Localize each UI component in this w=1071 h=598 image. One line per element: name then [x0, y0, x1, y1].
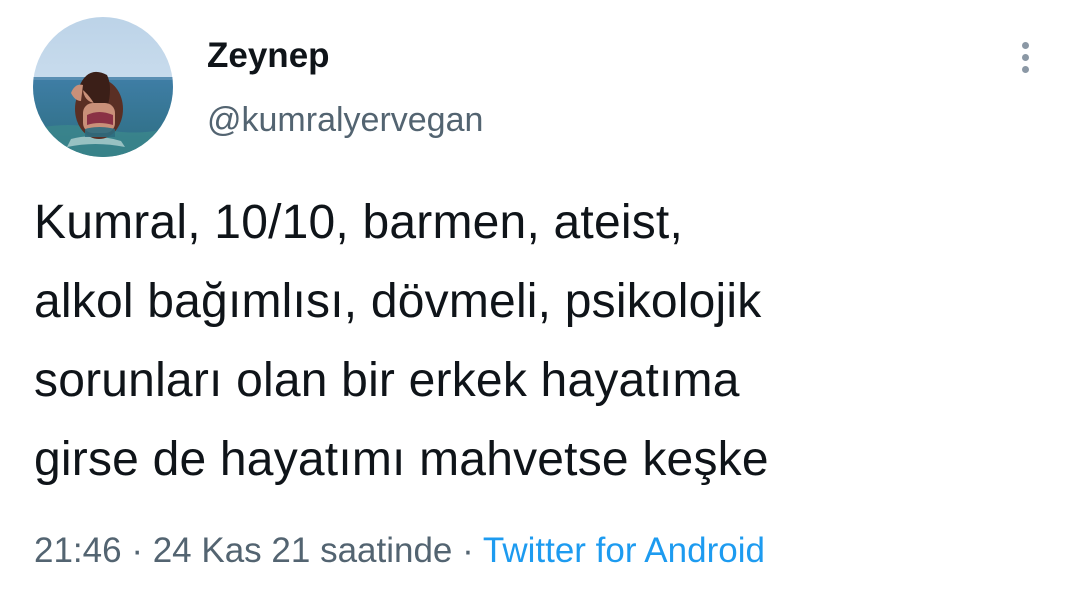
avatar[interactable]	[33, 17, 173, 157]
meta-separator: ·	[462, 531, 474, 570]
tweet-text-line: alkol bağımlısı, dövmeli, psikolojik	[34, 275, 762, 328]
tweet-text-line: girse de hayatımı mahvetse keşke	[34, 433, 769, 486]
meta-separator: ·	[131, 531, 143, 570]
tweet-text: Kumral, 10/10, barmen, ateist, alkol bağ…	[34, 183, 1054, 499]
tweet-metadata: 21:46 · 24 Kas 21 saatinde · Twitter for…	[34, 530, 765, 572]
tweet-time[interactable]: 21:46	[34, 531, 122, 570]
display-name[interactable]: Zeynep	[207, 36, 330, 76]
tweet-text-line: Kumral, 10/10, barmen, ateist,	[34, 196, 683, 249]
more-vertical-icon-dot	[1021, 53, 1029, 61]
more-vertical-icon-dot	[1021, 65, 1029, 73]
more-options-button[interactable]	[1010, 37, 1040, 77]
tweet-source-link[interactable]: Twitter for Android	[483, 531, 765, 570]
more-vertical-icon	[1021, 41, 1029, 49]
tweet-date[interactable]: 24 Kas 21 saatinde	[153, 531, 453, 570]
tweet-text-line: sorunları olan bir erkek hayatıma	[34, 354, 740, 407]
user-handle[interactable]: @kumralyervegan	[207, 100, 483, 140]
avatar-image	[33, 17, 173, 157]
